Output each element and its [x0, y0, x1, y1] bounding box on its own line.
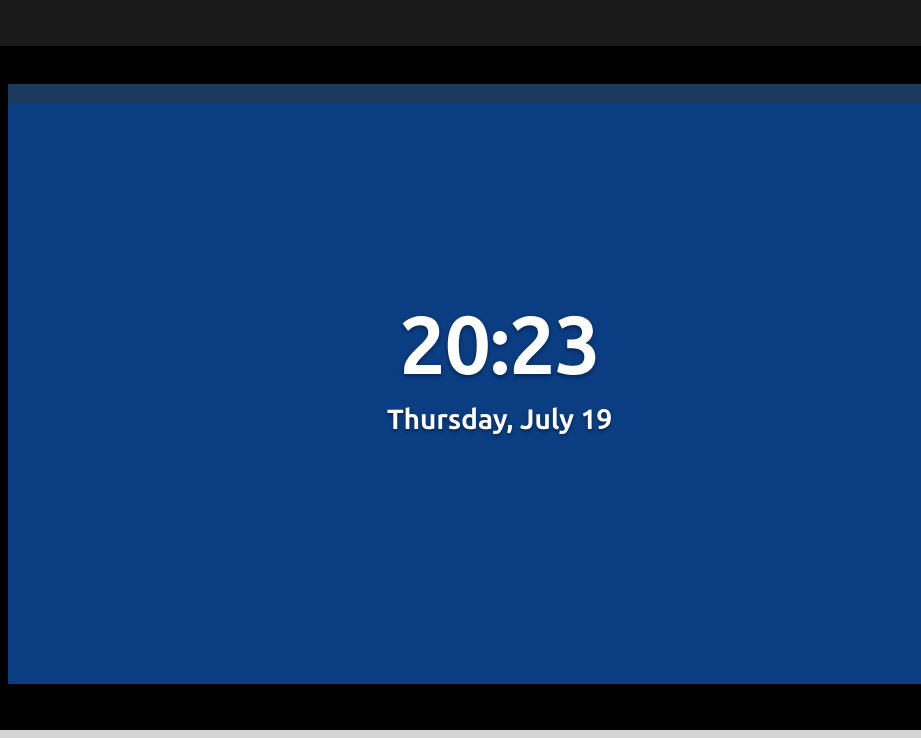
window-titlebar [0, 0, 921, 46]
lockscreen[interactable]: 20:23 Thursday, July 19 [8, 84, 921, 684]
clock-date: Thursday, July 19 [387, 404, 612, 435]
clock-display: 20:23 Thursday, July 19 [387, 304, 612, 435]
bottom-border [0, 730, 921, 738]
lockscreen-header-strip [8, 84, 921, 103]
screen-frame: 20:23 Thursday, July 19 [0, 46, 921, 730]
clock-time: 20:23 [399, 304, 599, 386]
